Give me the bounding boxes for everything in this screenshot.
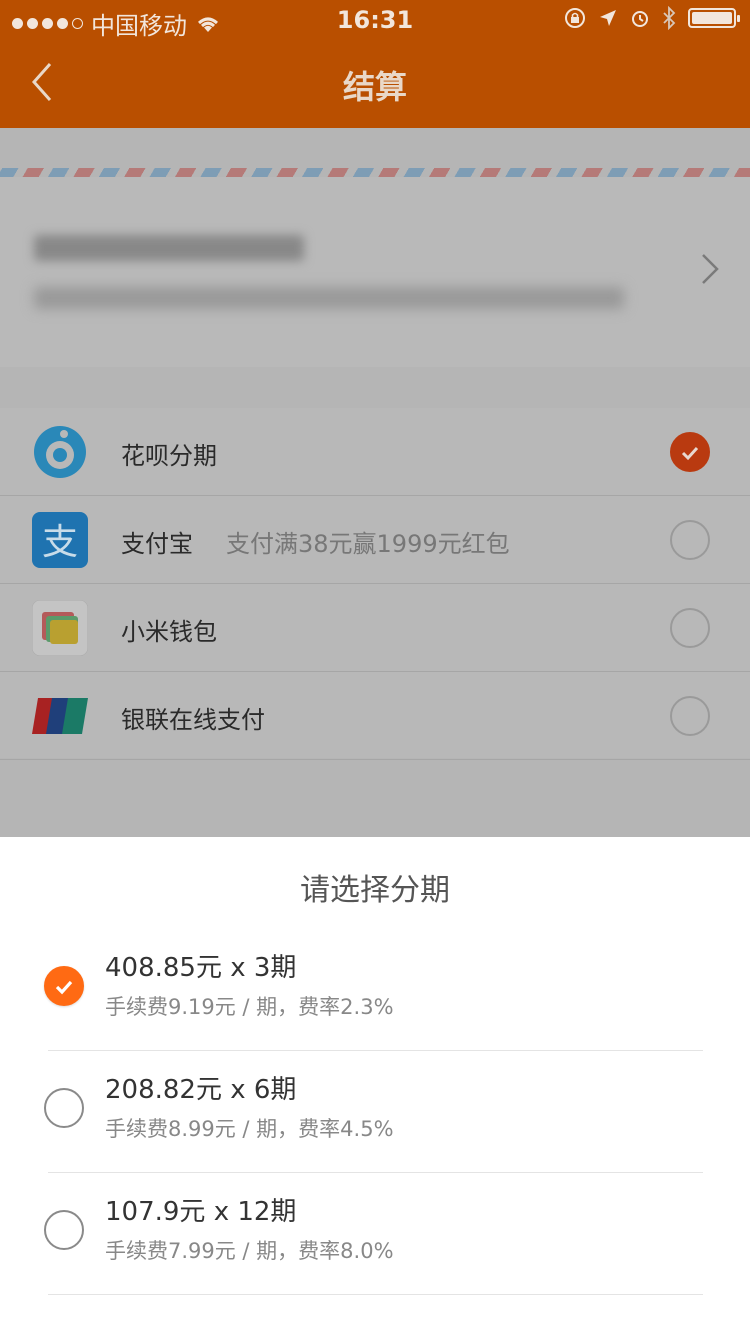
installment-amount: 408.85元 x 3期 bbox=[105, 953, 297, 983]
payment-option-unionpay[interactable]: 银联在线支付 bbox=[0, 672, 750, 760]
top-bar: 中国移动 16:31 结算 bbox=[0, 0, 750, 128]
radio-unselected-icon[interactable] bbox=[44, 1088, 84, 1128]
address-card[interactable] bbox=[0, 177, 750, 367]
payment-name: 支付宝 bbox=[121, 530, 193, 558]
selected-check-icon[interactable] bbox=[44, 966, 84, 1006]
radio-unselected-icon[interactable] bbox=[670, 696, 710, 736]
installment-fee: 手续费8.99元 / 期，费率4.5% bbox=[105, 1117, 394, 1141]
airmail-border bbox=[0, 168, 750, 177]
location-icon bbox=[600, 10, 616, 26]
sheet-title: 请选择分期 bbox=[300, 873, 450, 908]
address-name-blurred bbox=[34, 235, 304, 261]
installment-option-12[interactable]: 107.9元 x 12期 手续费7.99元 / 期，费率8.0% bbox=[44, 1173, 703, 1295]
payment-promo: 支付满38元赢1999元红包 bbox=[226, 530, 510, 558]
payment-option-alipay[interactable]: 支 支付宝 支付满38元赢1999元红包 bbox=[0, 496, 750, 584]
huabei-icon bbox=[34, 426, 86, 478]
status-right bbox=[564, 6, 740, 30]
payment-name: 银联在线支付 bbox=[121, 706, 265, 734]
nav-bar: 结算 bbox=[0, 40, 750, 128]
selected-check-icon[interactable] bbox=[670, 432, 710, 472]
installment-fee: 手续费9.19元 / 期，费率2.3% bbox=[105, 995, 394, 1019]
bluetooth-icon bbox=[663, 6, 676, 30]
payment-option-mi-wallet[interactable]: 小米钱包 bbox=[0, 584, 750, 672]
mi-wallet-icon bbox=[32, 600, 88, 656]
payment-name: 小米钱包 bbox=[121, 618, 217, 646]
dimmed-content: 花呗分期 支 支付宝 支付满38元赢1999元红包 小米钱包 银联在线支付 bbox=[0, 128, 750, 837]
radio-unselected-icon[interactable] bbox=[670, 520, 710, 560]
installment-amount: 208.82元 x 6期 bbox=[105, 1075, 297, 1105]
installment-sheet: 请选择分期 408.85元 x 3期 手续费9.19元 / 期，费率2.3% 2… bbox=[0, 837, 750, 1334]
chevron-right-icon bbox=[702, 254, 719, 284]
payment-option-huabei[interactable]: 花呗分期 bbox=[0, 408, 750, 496]
installment-amount: 107.9元 x 12期 bbox=[105, 1197, 297, 1227]
address-detail-blurred bbox=[34, 287, 624, 309]
svg-text:支: 支 bbox=[42, 522, 78, 563]
installment-option-3[interactable]: 408.85元 x 3期 手续费9.19元 / 期，费率2.3% bbox=[44, 929, 703, 1051]
unionpay-icon bbox=[32, 698, 88, 734]
radio-unselected-icon[interactable] bbox=[670, 608, 710, 648]
payment-method-list: 花呗分期 支 支付宝 支付满38元赢1999元红包 小米钱包 银联在线支付 bbox=[0, 408, 750, 760]
battery-icon bbox=[688, 8, 740, 28]
installment-option-6[interactable]: 208.82元 x 6期 手续费8.99元 / 期，费率4.5% bbox=[44, 1051, 703, 1173]
radio-unselected-icon[interactable] bbox=[44, 1210, 84, 1250]
alipay-icon: 支 bbox=[32, 512, 88, 568]
payment-name: 花呗分期 bbox=[121, 442, 217, 470]
status-bar: 中国移动 16:31 bbox=[0, 0, 750, 40]
installment-fee: 手续费7.99元 / 期，费率8.0% bbox=[105, 1239, 394, 1263]
page-title: 结算 bbox=[342, 68, 407, 106]
orientation-lock-icon bbox=[565, 8, 585, 28]
alarm-icon bbox=[632, 11, 648, 27]
